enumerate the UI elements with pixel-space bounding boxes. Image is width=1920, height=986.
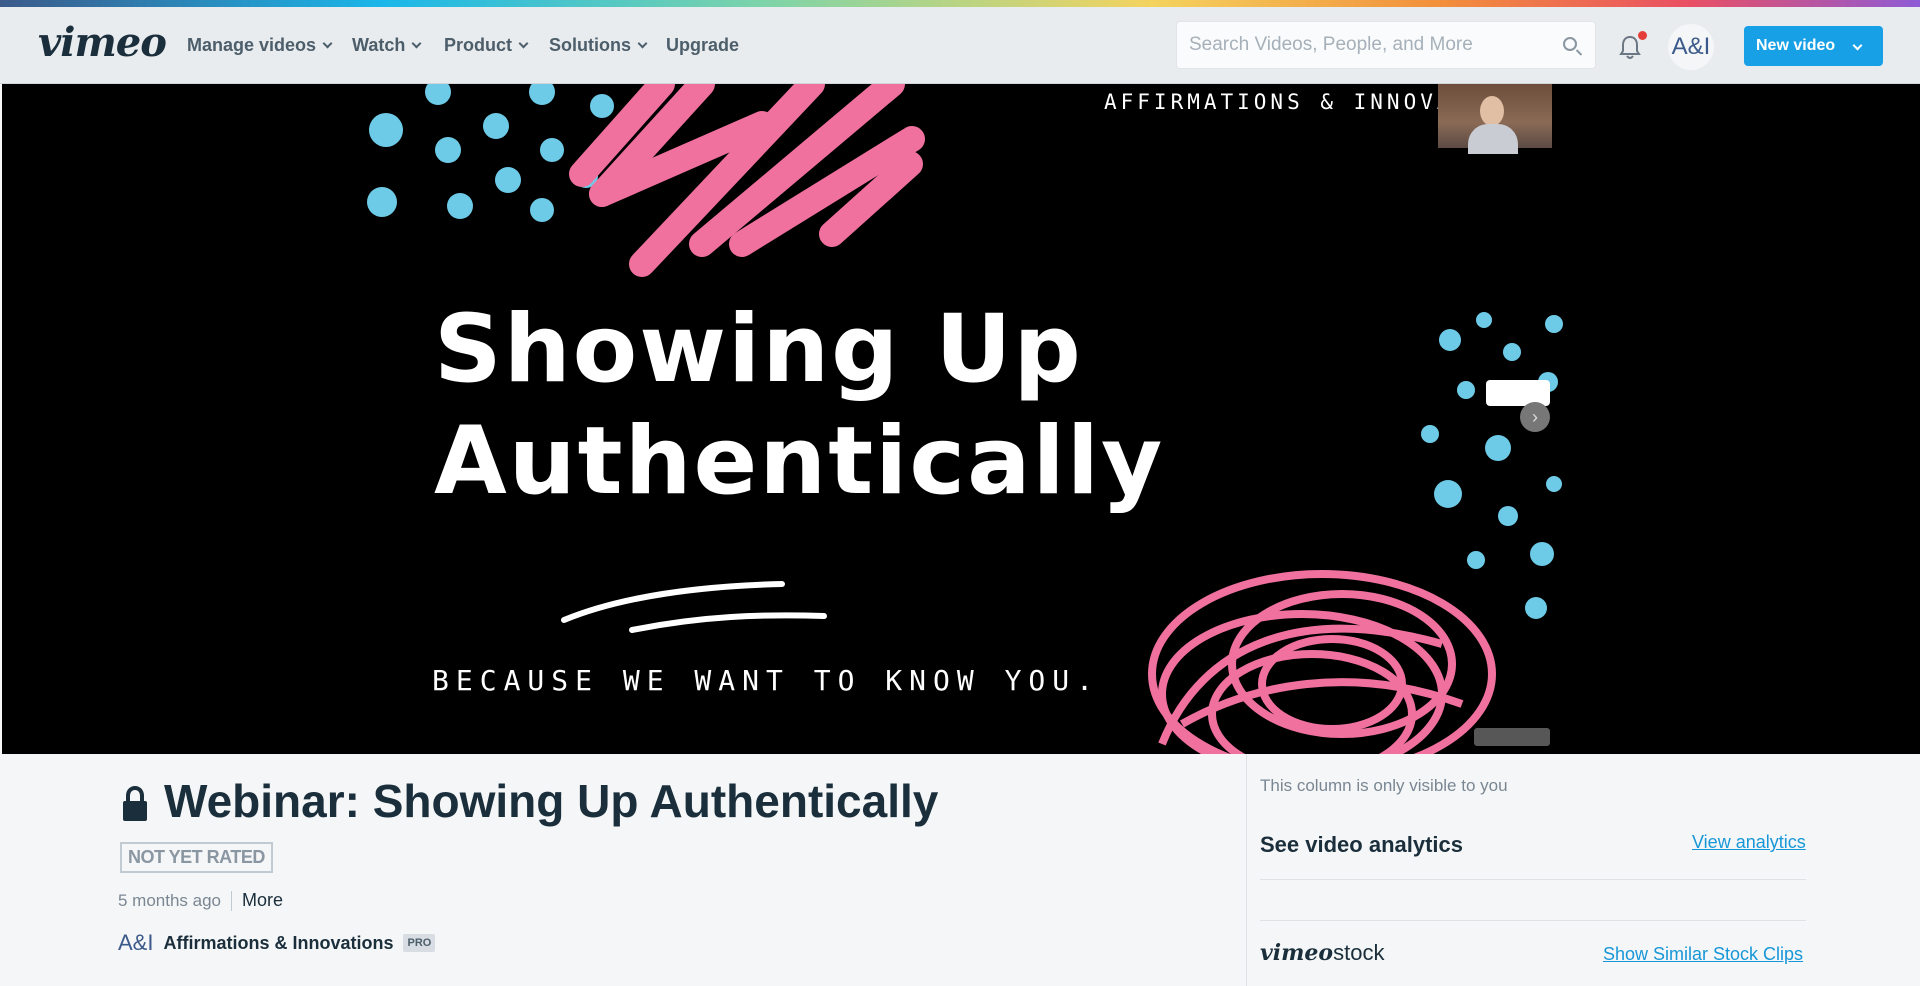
search-icon[interactable] [1563, 37, 1577, 51]
nav-product-label: Product [444, 35, 513, 55]
video-player[interactable]: Showing Up Authentically BECAUSE WE WANT… [2, 84, 1920, 754]
chevron-right-icon: › [1532, 406, 1538, 427]
blue-dots-top-left [367, 84, 614, 222]
stock-brand-stock: stock [1333, 940, 1385, 965]
presenter-body [1468, 124, 1518, 154]
player-controls[interactable] [1474, 728, 1550, 746]
chevron-down-icon [322, 38, 333, 48]
sidebar-visibility-note: This column is only visible to you [1260, 776, 1508, 795]
nav-upgrade[interactable]: Upgrade [666, 35, 739, 56]
slide-heading: Showing Up Authentically [434, 294, 1164, 518]
vimeo-stock-logo: vimeostock [1260, 940, 1384, 966]
divider [1260, 879, 1806, 880]
video-title: Webinar: Showing Up Authentically [164, 775, 939, 827]
stock-brand-vimeo: vimeo [1260, 940, 1334, 966]
owner-logo: A&I [118, 930, 154, 955]
video-owner[interactable]: A&I Affirmations & Innovations PRO [118, 930, 436, 956]
notification-dot [1638, 31, 1647, 40]
analytics-heading: See video analytics [1260, 832, 1463, 857]
nav-manage-videos[interactable]: Manage videos [187, 35, 333, 56]
nav-watch[interactable]: Watch [352, 35, 422, 56]
rating-badge[interactable]: NOT YET RATED [120, 842, 273, 873]
next-slide-button[interactable]: › [1520, 402, 1550, 432]
nav-manage-videos-label: Manage videos [187, 35, 317, 55]
chevron-down-icon [518, 38, 529, 48]
blue-dots-right [1421, 312, 1563, 619]
chevron-down-icon [411, 38, 422, 48]
white-underline-strokes [561, 581, 827, 633]
view-analytics-link[interactable]: View analytics [1692, 832, 1806, 853]
slide-header-text: AFFIRMATIONS & INNOVA [1104, 90, 1454, 114]
new-video-button[interactable]: New video [1744, 26, 1883, 66]
new-video-label: New video [1756, 37, 1836, 54]
divider [1260, 920, 1806, 921]
pink-scribble-bottom [1148, 570, 1496, 754]
slide-heading-line2: Authentically [434, 407, 1165, 516]
pro-badge: PRO [403, 934, 436, 952]
nav-solutions-label: Solutions [549, 35, 631, 55]
chevron-down-icon [637, 38, 648, 48]
search-input[interactable] [1189, 32, 1549, 58]
slide-tagline: BECAUSE WE WANT TO KNOW YOU. [432, 664, 1101, 697]
nav-upgrade-label: Upgrade [666, 35, 740, 55]
nav-product[interactable]: Product [444, 35, 529, 56]
video-meta: 5 months ago More [118, 890, 283, 911]
presenter-webcam-thumbnail [1438, 84, 1552, 154]
owner-sidebar: This column is only visible to you See v… [1246, 754, 1920, 986]
lock-icon [123, 786, 147, 821]
avatar[interactable]: A&I [1668, 24, 1714, 70]
nav-watch-label: Watch [352, 35, 406, 55]
brand-gradient-bar [0, 0, 1920, 7]
notifications-button[interactable] [1616, 31, 1647, 61]
meta-divider [231, 890, 233, 911]
upload-age: 5 months ago [118, 890, 222, 910]
vimeo-logo[interactable]: vimeo [38, 19, 167, 66]
nav-solutions[interactable]: Solutions [549, 35, 648, 56]
chevron-down-icon [1852, 40, 1863, 51]
more-button[interactable]: More [242, 890, 283, 911]
owner-name[interactable]: Affirmations & Innovations [163, 933, 393, 954]
top-navigation: vimeo Manage videos Watch Product Soluti… [0, 7, 1920, 84]
presenter-face [1480, 96, 1504, 126]
pink-scribble-top [569, 84, 925, 277]
show-stock-clips-link[interactable]: Show Similar Stock Clips [1603, 944, 1803, 965]
search-box [1176, 21, 1596, 69]
slide-heading-line1: Showing Up [434, 295, 1083, 404]
